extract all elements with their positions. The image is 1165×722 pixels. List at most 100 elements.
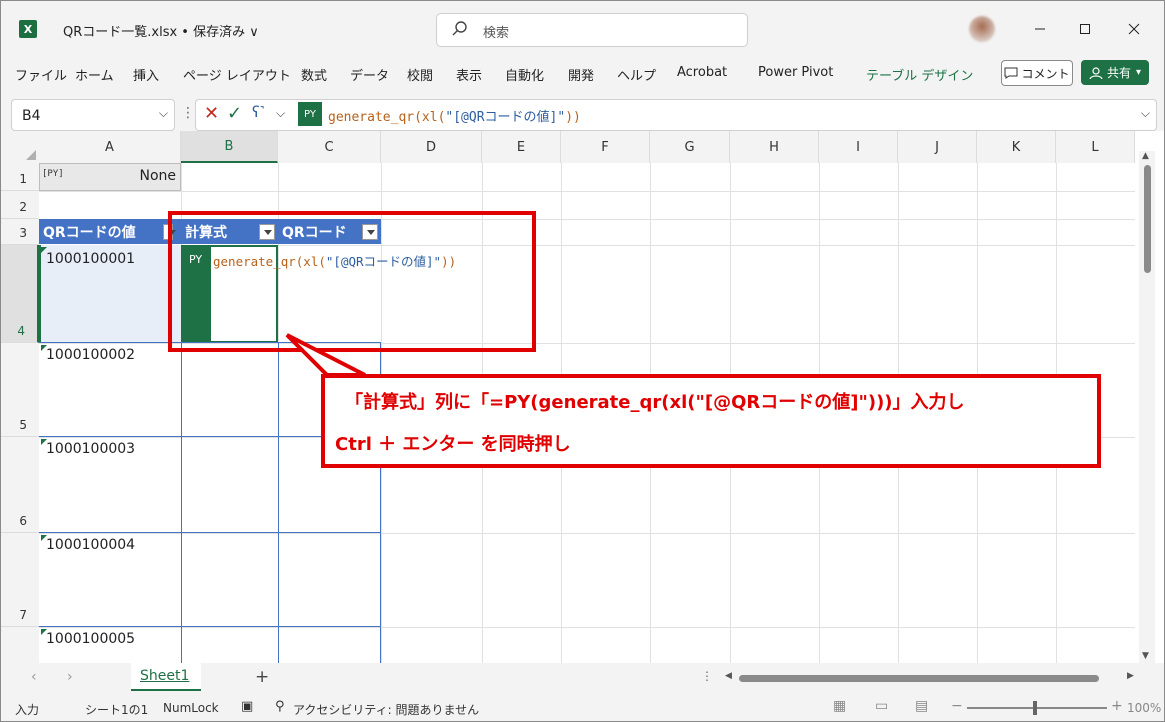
status-mode: 入力	[15, 703, 40, 717]
tab-review[interactable]: 校閲	[407, 65, 433, 84]
row-header-6[interactable]: 6	[1, 437, 39, 533]
tab-automate[interactable]: 自動化	[505, 65, 544, 84]
comment-icon	[1004, 67, 1018, 79]
row-header-1[interactable]: 1	[1, 163, 39, 191]
scroll-right-icon[interactable]: ▶	[1127, 671, 1134, 681]
callout-line-1: 「計算式」列に「=PY(generate_qr(xl("[@QRコードの値]")…	[345, 392, 965, 413]
tab-table-design[interactable]: テーブル デザイン	[866, 65, 973, 84]
scrollbar-thumb[interactable]	[739, 675, 1099, 682]
accessibility-icon[interactable]: ⚲	[275, 699, 285, 714]
cell-a5-value[interactable]: 1000100002	[46, 347, 135, 363]
scroll-down-icon[interactable]: ▼	[1142, 651, 1149, 661]
zoom-in-button[interactable]: +	[1111, 698, 1123, 714]
minimize-icon	[1035, 28, 1045, 30]
next-sheet-icon[interactable]: ›	[67, 669, 73, 685]
formula-text[interactable]: generate_qr(xl("[@QRコードの値]"))	[328, 106, 581, 125]
column-header-c[interactable]: C	[278, 131, 381, 163]
chevron-down-icon[interactable]: ⌵	[276, 106, 285, 121]
prev-sheet-icon[interactable]: ‹	[31, 669, 37, 685]
search-input[interactable]: 検索	[436, 13, 748, 47]
name-box[interactable]: B4 ⌵	[11, 99, 175, 131]
sheet-tabs-bar: ‹ › Sheet1 + ⋮ ◀ ▶	[1, 663, 1164, 693]
row-header-8[interactable]	[1, 627, 39, 663]
formula-prefix: generate_qr(xl(	[328, 110, 446, 125]
search-icon	[452, 21, 467, 36]
more-icon: ⋮	[181, 105, 195, 121]
minimize-button[interactable]	[1025, 15, 1055, 43]
column-header-g[interactable]: G	[650, 131, 730, 163]
row-header-5[interactable]: 5	[1, 343, 39, 437]
tab-developer[interactable]: 開発	[568, 65, 594, 84]
column-header-k[interactable]: K	[977, 131, 1056, 163]
row-header-2[interactable]: 2	[1, 191, 39, 219]
row-header-7[interactable]: 7	[1, 533, 39, 627]
row-header-3[interactable]: 3	[1, 219, 39, 245]
tab-power-pivot[interactable]: Power Pivot	[758, 65, 833, 80]
python-badge: PY	[298, 102, 322, 126]
tab-data[interactable]: データ	[350, 65, 389, 84]
column-header-i[interactable]: I	[819, 131, 898, 163]
maximize-button[interactable]	[1070, 15, 1100, 43]
formula-suffix: ))	[565, 110, 581, 125]
page-layout-view-icon[interactable]: ▭	[875, 698, 888, 714]
zoom-level[interactable]: 100%	[1127, 701, 1161, 715]
scroll-left-icon[interactable]: ◀	[725, 671, 732, 681]
tab-help[interactable]: ヘルプ	[617, 65, 656, 84]
cell-a8-value[interactable]: 1000100005	[46, 631, 135, 647]
scrollbar-thumb[interactable]	[1144, 165, 1151, 273]
cell-a6-value[interactable]: 1000100003	[46, 441, 135, 457]
status-accessibility[interactable]: アクセシビリティ: 問題ありません	[293, 701, 479, 718]
normal-view-icon[interactable]: ▦	[833, 698, 846, 714]
horizontal-scrollbar[interactable]: ◀ ▶	[723, 671, 1143, 685]
page-break-view-icon[interactable]: ▤	[915, 698, 928, 714]
vertical-scrollbar[interactable]: ▲ ▼	[1139, 151, 1155, 663]
status-bar: 入力 シート1の1 NumLock ▣ ⚲ アクセシビリティ: 問題ありません …	[1, 695, 1164, 721]
cell-a7-value[interactable]: 1000100004	[46, 537, 135, 553]
file-title[interactable]: QRコード一覧.xlsx • 保存済み ∨	[63, 21, 259, 40]
sheet-tab-sheet1[interactable]: Sheet1	[131, 663, 201, 691]
table-header-qr-value[interactable]: QRコードの値	[39, 219, 181, 244]
comment-button[interactable]: コメント	[1001, 60, 1073, 86]
column-header-l[interactable]: L	[1056, 131, 1135, 163]
close-button[interactable]	[1119, 15, 1149, 43]
more-icon: ⋮	[701, 669, 713, 683]
tab-home[interactable]: ホーム	[75, 65, 114, 84]
cell-a4-value: 1000100001	[46, 251, 136, 267]
column-header-a[interactable]: A	[39, 131, 181, 163]
scroll-up-icon[interactable]: ▲	[1142, 151, 1149, 161]
column-header-h[interactable]: H	[730, 131, 819, 163]
column-header-d[interactable]: D	[381, 131, 482, 163]
chevron-down-icon: ⌵	[158, 106, 168, 120]
zoom-slider-thumb[interactable]	[1033, 701, 1037, 715]
tab-file[interactable]: ファイル	[15, 65, 67, 84]
tab-acrobat[interactable]: Acrobat	[677, 65, 727, 80]
formula-string: "[@QRコードの値]"	[445, 110, 566, 125]
avatar[interactable]	[969, 16, 995, 42]
instruction-callout: 「計算式」列に「=PY(generate_qr(xl("[@QRコードの値]")…	[321, 374, 1101, 468]
tab-insert[interactable]: 挿入	[133, 65, 159, 84]
column-header-j[interactable]: J	[898, 131, 977, 163]
cell-a1[interactable]: [PY] None	[39, 163, 181, 191]
add-sheet-button[interactable]: +	[255, 667, 269, 687]
cancel-icon[interactable]: ✕	[204, 103, 219, 124]
enter-check-icon[interactable]: ✓	[227, 103, 242, 124]
expand-formula-icon[interactable]: ⌵	[1141, 106, 1150, 121]
share-button[interactable]: 共有 ▾	[1081, 60, 1149, 85]
cell-a1-value: None	[139, 168, 176, 184]
tab-view[interactable]: 表示	[456, 65, 482, 84]
tab-page-layout[interactable]: ページ レイアウト	[183, 65, 291, 84]
select-all-corner[interactable]	[1, 131, 39, 163]
zoom-out-button[interactable]: −	[951, 698, 963, 714]
row-header-4[interactable]: 4	[1, 245, 39, 343]
table-header-label: QRコードの値	[43, 225, 136, 241]
tab-formulas[interactable]: 数式	[301, 65, 327, 84]
zoom-slider[interactable]	[967, 701, 1107, 715]
formula-bar[interactable]: ✕ ✓ ʕ˺ ⌵ PY generate_qr(xl("[@QRコードの値]")…	[195, 99, 1157, 131]
python-object-icon: [PY]	[42, 169, 64, 179]
python-output-icon[interactable]: ʕ˺	[252, 103, 265, 121]
column-header-e[interactable]: E	[482, 131, 561, 163]
column-header-f[interactable]: F	[561, 131, 650, 163]
chevron-down-icon: ▾	[1135, 67, 1142, 78]
macro-record-icon[interactable]: ▣	[241, 699, 253, 714]
column-header-b[interactable]: B	[181, 131, 278, 163]
